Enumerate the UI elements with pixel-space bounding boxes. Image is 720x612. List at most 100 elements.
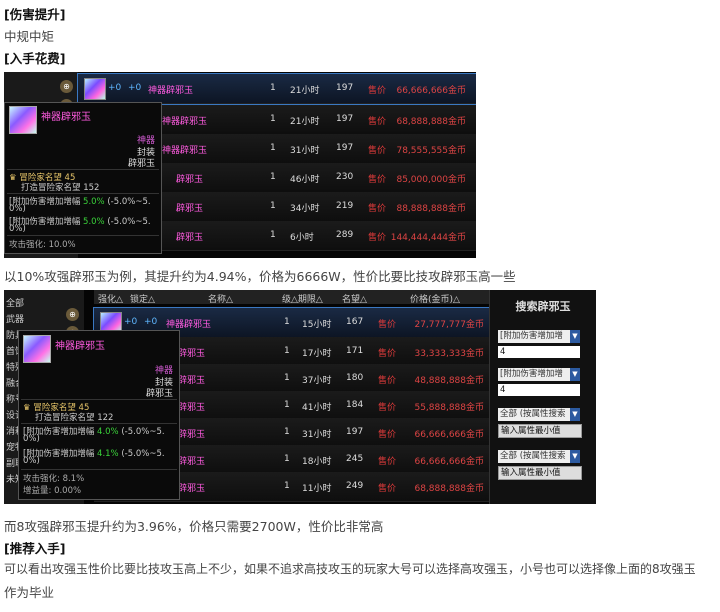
table-header: 强化△ 锁定△ 名称△ 级△期限△ 名望△ 价格(金币)△ bbox=[94, 290, 490, 305]
item-qty: 1 bbox=[270, 201, 276, 211]
col-price[interactable]: 价格(金币)△ bbox=[410, 292, 460, 305]
item-fame: 249 bbox=[346, 481, 364, 491]
sell-label: 售价 bbox=[368, 175, 387, 185]
sell-label: 售价 bbox=[368, 86, 387, 96]
gem-item-icon bbox=[84, 78, 106, 100]
min-value-input-1[interactable]: 输入属性最小值 bbox=[498, 424, 582, 438]
item-name: 神器辟邪玉 bbox=[162, 146, 208, 156]
section-heading-recommend: [推荐入手] bbox=[4, 541, 66, 556]
item-time: 37小时 bbox=[302, 376, 332, 386]
stat-range: (-5.0%~5. bbox=[107, 197, 151, 207]
item-fame: 197 bbox=[336, 143, 354, 153]
sell-label: 售价 bbox=[378, 320, 397, 330]
item-time: 15小时 bbox=[302, 320, 332, 330]
category-item[interactable]: 武器 bbox=[6, 312, 24, 325]
enhance-level: +0 bbox=[108, 83, 122, 93]
item-name: 辟邪玉 bbox=[178, 430, 206, 440]
sell-label: 售价 bbox=[368, 117, 387, 127]
item-tooltip: 神器辟邪玉 神器 封装 辟邪玉 ♛ 冒险家名望 45 打造冒险家名望 152 [… bbox=[4, 102, 162, 254]
item-price: 55,888,888金币 bbox=[414, 403, 484, 413]
item-fame: 197 bbox=[336, 114, 354, 124]
item-name: 辟邪玉 bbox=[176, 233, 204, 243]
category-item[interactable]: 全部 bbox=[6, 296, 24, 309]
auction-screenshot-2: 全部 武器 防具 首饰 特殊 融合 称号 设计 消耗 宠物 副职 未知 ⊕ ⊕ … bbox=[4, 290, 596, 504]
gem-item-icon bbox=[9, 106, 37, 134]
item-price: 48,888,888金币 bbox=[414, 376, 484, 386]
sell-label: 售价 bbox=[378, 403, 397, 413]
col-lock[interactable]: 锁定△ bbox=[130, 292, 155, 305]
item-price: 85,000,000金币 bbox=[396, 175, 466, 185]
attribute-value-input-2[interactable]: 4 bbox=[498, 384, 580, 396]
col-level-time[interactable]: 级△期限△ bbox=[282, 292, 323, 305]
item-fame: 289 bbox=[336, 230, 354, 240]
item-time: 6小时 bbox=[290, 233, 314, 243]
item-qty: 1 bbox=[270, 83, 276, 93]
attribute-select-4[interactable]: 全部 (按属性搜索 ▼ bbox=[498, 450, 580, 463]
col-name[interactable]: 名称△ bbox=[208, 292, 233, 305]
stat-value: 5.0% bbox=[83, 197, 105, 207]
sell-label: 售价 bbox=[378, 484, 397, 494]
damage-summary: 中规中矩 bbox=[4, 29, 55, 44]
stat-value: 4.0% bbox=[97, 427, 119, 437]
build-fame-value: 打造冒险家名望 152 bbox=[21, 183, 100, 193]
min-value-input-2[interactable]: 输入属性最小值 bbox=[498, 466, 582, 480]
item-time: 18小时 bbox=[302, 457, 332, 467]
stat-line-2: [附加伤害增加增幅 5.0% (-5.0%~5. bbox=[9, 215, 151, 227]
item-name: 辟邪玉 bbox=[178, 484, 206, 494]
chevron-down-icon[interactable]: ▼ bbox=[570, 450, 580, 463]
chevron-down-icon[interactable]: ▼ bbox=[570, 368, 580, 381]
sell-label: 售价 bbox=[368, 233, 387, 243]
item-name: 辟邪玉 bbox=[178, 457, 206, 467]
item-fame: 184 bbox=[346, 400, 364, 410]
select-value: 全部 (按属性搜索 bbox=[500, 451, 566, 461]
item-price: 66,666,666金币 bbox=[414, 457, 484, 467]
item-qty: 1 bbox=[284, 400, 290, 410]
item-qty: 1 bbox=[284, 346, 290, 356]
item-price: 33,333,333金币 bbox=[414, 349, 484, 359]
sell-label: 售价 bbox=[378, 376, 397, 386]
stat-line-1: [附加伤害增加增幅 4.0% (-5.0%~5. bbox=[23, 425, 165, 437]
item-qty: 1 bbox=[284, 427, 290, 437]
item-name: 神器辟邪玉 bbox=[162, 117, 208, 127]
item-qty: 1 bbox=[270, 114, 276, 124]
item-fame: 197 bbox=[346, 427, 364, 437]
lock-level: +0 bbox=[128, 83, 142, 93]
item-fame: 171 bbox=[346, 346, 364, 356]
stat-range: (-5.0%~5. bbox=[121, 449, 165, 459]
item-qty: 1 bbox=[284, 317, 290, 327]
sell-label: 售价 bbox=[378, 457, 397, 467]
item-time: 17小时 bbox=[302, 349, 332, 359]
item-price: 144,444,444金币 bbox=[390, 233, 466, 243]
select-value: [附加伤害增加增 bbox=[500, 369, 563, 379]
tooltip-subtype: 辟邪玉 bbox=[145, 389, 173, 399]
item-fame: 197 bbox=[336, 83, 354, 93]
item-fame: 219 bbox=[336, 201, 354, 211]
item-time: 31小时 bbox=[290, 146, 320, 156]
attribute-select-3[interactable]: 全部 (按属性搜索 ▼ bbox=[498, 408, 580, 421]
item-price: 68,888,888金币 bbox=[414, 484, 484, 494]
col-fame[interactable]: 名望△ bbox=[342, 292, 367, 305]
chevron-down-icon[interactable]: ▼ bbox=[570, 408, 580, 421]
gain-amount: 增益量: 0.00% bbox=[23, 486, 82, 496]
attribute-select-1[interactable]: [附加伤害增加增 ▼ bbox=[498, 330, 580, 343]
item-fame: 167 bbox=[346, 317, 364, 327]
attribute-select-2[interactable]: [附加伤害增加增 ▼ bbox=[498, 368, 580, 381]
item-qty: 1 bbox=[284, 454, 290, 464]
zoom-icon[interactable]: ⊕ bbox=[60, 80, 73, 93]
tooltip-title: 神器辟邪玉 bbox=[41, 112, 91, 123]
item-price: 68,888,888金币 bbox=[396, 117, 466, 127]
item-time: 41小时 bbox=[302, 403, 332, 413]
attribute-value-input-1[interactable]: 4 bbox=[498, 346, 580, 358]
item-time: 11小时 bbox=[302, 484, 332, 494]
zoom-icon[interactable]: ⊕ bbox=[66, 308, 79, 321]
table-row[interactable]: +0 +0 神器辟邪玉 1 21小时 197 售价 66,666,666金币 bbox=[77, 73, 476, 105]
col-enhance[interactable]: 强化△ bbox=[98, 292, 123, 305]
chevron-down-icon[interactable]: ▼ bbox=[570, 330, 580, 343]
enhance-level: +0 bbox=[124, 317, 138, 327]
item-name: 辟邪玉 bbox=[178, 376, 206, 386]
stat-range-end: 0%) bbox=[23, 434, 40, 444]
section-heading-damage: [伤害提升] bbox=[4, 7, 66, 22]
gem-item-icon bbox=[23, 335, 51, 363]
item-time: 21小时 bbox=[290, 86, 320, 96]
item-qty: 1 bbox=[270, 230, 276, 240]
